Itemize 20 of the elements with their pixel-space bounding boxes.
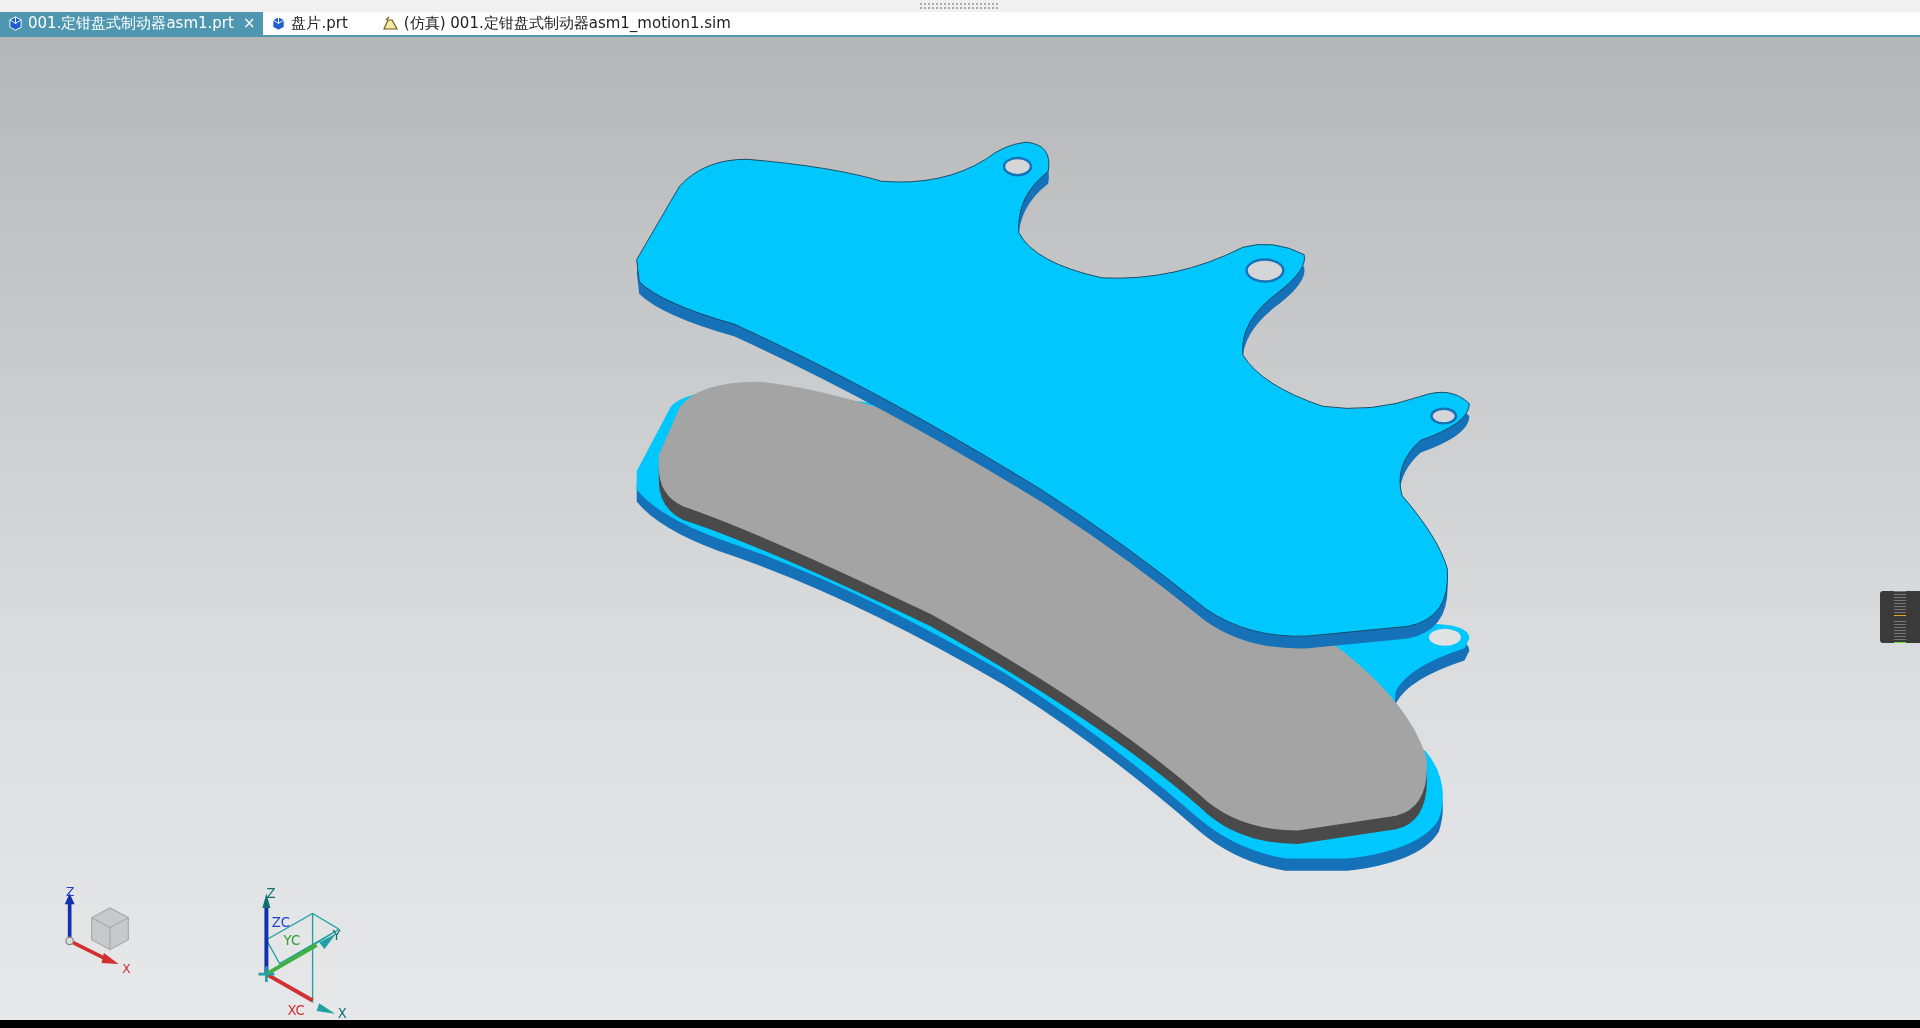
- view-cube-icon[interactable]: [91, 907, 129, 951]
- graphics-viewport[interactable]: Z X Z ZC YC Y XC X: [0, 37, 1920, 1020]
- document-tab[interactable]: 001.定钳盘式制动器asm1.prt ×: [0, 12, 264, 35]
- tab-label: 盘片.prt: [291, 13, 348, 35]
- grip-icon[interactable]: [920, 3, 1000, 9]
- axis-label: YC: [283, 933, 301, 949]
- document-tab[interactable]: 盘片.prt: [263, 12, 356, 35]
- cube-icon: [8, 16, 23, 31]
- axis-label: X: [337, 1005, 347, 1019]
- motion-icon: [381, 16, 399, 31]
- axis-label: ZC: [271, 914, 290, 930]
- view-slider-handle[interactable]: [1880, 591, 1920, 643]
- axis-label: Z: [266, 887, 276, 901]
- tab-label: 001.定钳盘式制动器asm1.prt: [28, 13, 234, 35]
- axis-label: Y: [332, 927, 341, 943]
- close-button[interactable]: ×: [238, 16, 256, 31]
- axis-label: XC: [287, 1003, 305, 1019]
- cube-icon: [271, 16, 287, 31]
- axis-label: Z: [66, 887, 75, 899]
- axis-label: X: [122, 961, 131, 976]
